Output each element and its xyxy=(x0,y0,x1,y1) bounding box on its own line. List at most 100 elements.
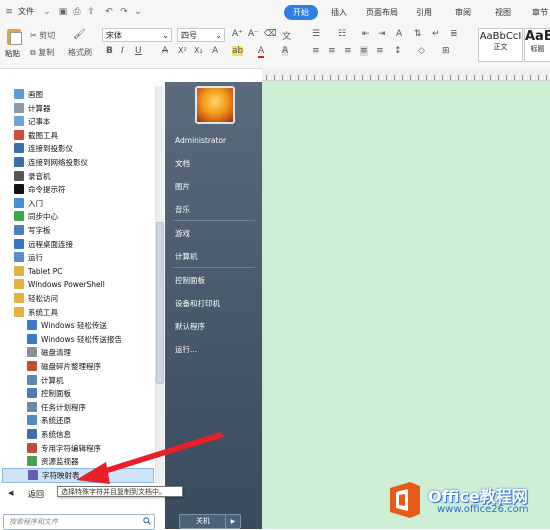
tab-view[interactable]: 视图 xyxy=(495,7,511,18)
scrollbar-thumb[interactable] xyxy=(156,222,164,384)
distributed-icon[interactable]: ≡ xyxy=(376,46,384,56)
tab-review[interactable]: 审阅 xyxy=(455,7,471,18)
program-item[interactable]: 轻松访问 xyxy=(14,292,58,305)
document-canvas[interactable] xyxy=(262,81,550,529)
tab-chapter[interactable]: 章节 xyxy=(532,7,548,18)
font-color-icon[interactable]: A xyxy=(258,46,265,58)
program-item[interactable]: 磁盘碎片整理程序 xyxy=(27,360,101,373)
highlight-icon[interactable]: ab xyxy=(232,46,244,56)
program-item[interactable]: 控制面板 xyxy=(27,387,71,400)
shutdown-options-button[interactable]: ▶ xyxy=(225,514,241,529)
program-item[interactable]: 计算机 xyxy=(27,374,64,387)
tab-page-layout[interactable]: 页面布局 xyxy=(366,7,398,18)
menu-icon[interactable]: ≡ xyxy=(4,7,14,17)
copy-button[interactable]: ⧉ 复制 xyxy=(30,47,54,58)
line-spacing-icon[interactable]: ↕ xyxy=(394,46,402,56)
program-item[interactable]: Windows 轻松传送 xyxy=(27,319,107,332)
grow-font-icon[interactable]: A⁺ xyxy=(232,29,243,39)
numbered-list-icon[interactable]: ☷ xyxy=(338,29,346,39)
shading-icon[interactable]: ◇ xyxy=(418,46,425,56)
align-left-icon[interactable]: ≡ xyxy=(312,46,320,56)
program-item[interactable]: 记事本 xyxy=(14,115,51,128)
cut-button[interactable]: ✂ 剪切 xyxy=(30,30,55,41)
align-center-icon[interactable]: ≡ xyxy=(328,46,336,56)
phonetic-icon[interactable]: 文 xyxy=(282,29,291,42)
text-effect-icon[interactable]: A xyxy=(212,46,218,56)
program-item[interactable]: 录音机 xyxy=(14,170,51,183)
undo-icon[interactable]: ↶ xyxy=(104,7,114,17)
program-item[interactable]: 写字板 xyxy=(14,224,51,237)
save-icon[interactable]: ▣ xyxy=(58,7,68,17)
bold-button[interactable]: B xyxy=(106,46,113,56)
right-item-games[interactable]: 游戏 xyxy=(175,228,190,239)
clear-format-icon[interactable]: ⌫ xyxy=(264,29,277,39)
shutdown-button[interactable]: 关机 xyxy=(179,514,227,529)
tab-insert[interactable]: 插入 xyxy=(331,7,347,18)
right-item-run[interactable]: 运行... xyxy=(175,344,197,355)
program-item[interactable]: 系统工具 xyxy=(14,306,58,319)
program-item[interactable]: 同步中心 xyxy=(14,210,58,223)
right-item-music[interactable]: 音乐 xyxy=(175,204,190,215)
right-item-default-programs[interactable]: 默认程序 xyxy=(175,321,205,332)
program-item[interactable]: 连接到网络投影仪 xyxy=(14,156,88,169)
right-item-user[interactable]: Administrator xyxy=(175,136,226,145)
italic-button[interactable]: I xyxy=(121,46,124,56)
chinese-layout-icon[interactable]: A xyxy=(396,29,402,39)
program-item[interactable]: 远程桌面连接 xyxy=(14,238,73,251)
decrease-indent-icon[interactable]: ⇤ xyxy=(362,29,370,39)
right-item-computer[interactable]: 计算机 xyxy=(175,251,198,262)
char-shading-icon[interactable]: A xyxy=(282,46,289,56)
right-item-documents[interactable]: 文档 xyxy=(175,158,190,169)
program-item[interactable]: 入门 xyxy=(14,197,43,210)
program-item[interactable]: 命令提示符 xyxy=(14,183,66,196)
subscript-icon[interactable]: X₂ xyxy=(194,46,203,55)
program-item[interactable]: Windows 轻松传送报告 xyxy=(27,333,122,346)
increase-indent-icon[interactable]: ⇥ xyxy=(378,29,386,39)
strikethrough-icon[interactable]: A xyxy=(162,46,168,56)
justify-icon[interactable]: ≡ xyxy=(360,46,368,56)
program-item[interactable]: Tablet PC xyxy=(14,265,62,278)
right-item-pictures[interactable]: 图片 xyxy=(175,181,190,192)
tab-references[interactable]: 引用 xyxy=(416,7,432,18)
search-icon[interactable] xyxy=(143,517,151,525)
sort-icon[interactable]: ⇅ xyxy=(414,29,422,39)
style-normal[interactable]: AaBbCcI 正文 xyxy=(478,28,523,62)
align-right-icon[interactable]: ≡ xyxy=(344,46,352,56)
superscript-icon[interactable]: X² xyxy=(178,46,187,55)
search-input[interactable]: 搜索程序和文件 xyxy=(3,514,155,530)
chevron-down-icon[interactable]: ⌄ xyxy=(42,7,52,17)
line-spacing-icon[interactable]: ≣ xyxy=(450,29,458,39)
print-icon[interactable]: ⎙ xyxy=(72,7,82,17)
program-item[interactable]: 系统还原 xyxy=(27,414,71,427)
underline-button[interactable]: U xyxy=(135,46,142,56)
program-item[interactable]: Windows PowerShell xyxy=(14,278,105,291)
redo-icon[interactable]: ↷ xyxy=(119,7,129,17)
style-heading[interactable]: AaB 标题 xyxy=(524,28,550,62)
right-item-devices-printers[interactable]: 设备和打印机 xyxy=(175,298,220,309)
program-item[interactable]: 计算器 xyxy=(14,102,51,115)
tab-home[interactable]: 开始 xyxy=(284,5,318,20)
program-item[interactable]: 磁盘清理 xyxy=(27,346,71,359)
font-size-select[interactable]: 四号 ⌄ xyxy=(177,28,225,42)
program-item[interactable]: 截图工具 xyxy=(14,129,58,142)
brush-icon[interactable]: 🖌 xyxy=(73,29,86,40)
paste-button[interactable]: 粘贴 xyxy=(4,28,24,62)
program-item[interactable]: 运行 xyxy=(14,251,43,264)
right-item-control-panel[interactable]: 控制面板 xyxy=(175,275,205,286)
back-arrow-icon: ◀ xyxy=(8,489,14,497)
program-item[interactable]: 连接到投影仪 xyxy=(14,142,73,155)
show-marks-icon[interactable]: ↵ xyxy=(432,29,440,39)
border-icon[interactable]: ⊞ xyxy=(442,46,450,56)
user-avatar[interactable] xyxy=(195,86,235,124)
font-family-select[interactable]: 宋体 ⌄ xyxy=(102,28,172,42)
program-label: 同步中心 xyxy=(28,212,58,222)
shrink-font-icon[interactable]: A⁻ xyxy=(248,29,259,39)
format-painter-button[interactable]: 格式刷 xyxy=(68,47,92,58)
bullet-list-icon[interactable]: ☰ xyxy=(312,29,320,39)
program-item[interactable]: 系统信息 xyxy=(27,428,71,441)
file-menu[interactable]: 文件 xyxy=(18,6,34,17)
program-item[interactable]: 画图 xyxy=(14,88,43,101)
chevron-down-icon[interactable]: ⌄ xyxy=(133,7,143,17)
program-item[interactable]: 任务计划程序 xyxy=(27,401,86,414)
export-icon[interactable]: ⇪ xyxy=(86,7,96,17)
